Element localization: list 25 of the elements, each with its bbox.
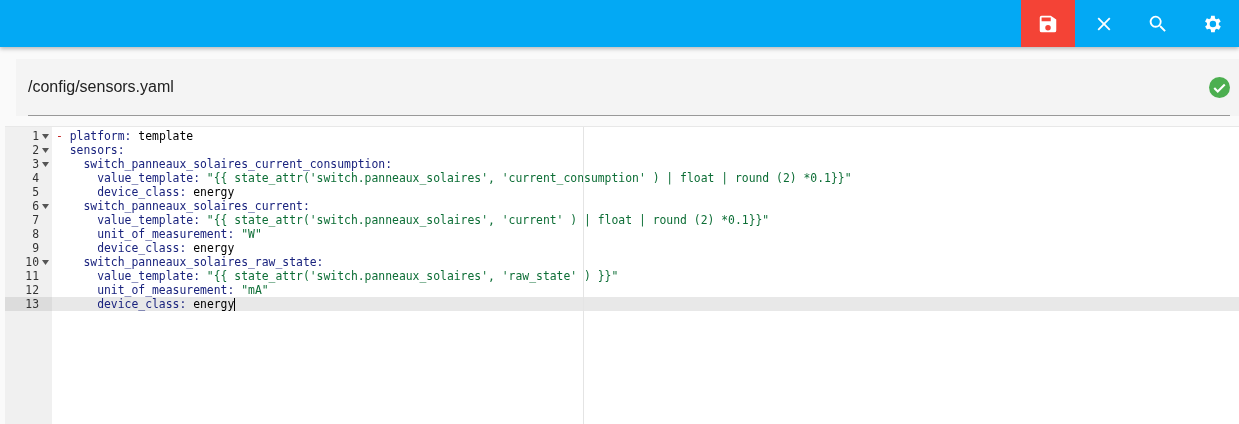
line-number: 12 <box>24 283 40 297</box>
code-line: value_template: "{{ state_attr('switch.panneaux_solaires', 'current' ) | float | round (2) *0.1}}" <box>96 213 770 227</box>
line-number: 11 <box>24 269 40 283</box>
code-line: value_template: "{{ state_attr('switch.panneaux_solaires', 'current_consumption' ) | float | round (2) *0.1}}" <box>96 171 852 185</box>
line-number: 7 <box>31 213 40 227</box>
code-line: device_class: energy <box>96 185 235 199</box>
code-line: - platform: template <box>56 129 194 143</box>
code-line: switch_panneaux_solaires_current_consumption: <box>82 157 393 171</box>
code-line: value_template: "{{ state_attr('switch.panneaux_solaires', 'raw_state' ) }}" <box>96 269 619 283</box>
line-number: 13 <box>5 297 52 311</box>
code-line: device_class: energy <box>96 241 235 255</box>
line-number: 9 <box>31 241 40 255</box>
code-line: switch_panneaux_solaires_current: <box>82 199 310 213</box>
code-line: unit_of_measurement: "W" <box>96 227 262 241</box>
code-line: device_class: energy <box>96 297 235 311</box>
code-line: sensors: <box>68 143 125 157</box>
code-line: switch_panneaux_solaires_raw_state: <box>82 255 324 269</box>
code-line: unit_of_measurement: "mA" <box>96 283 269 297</box>
save-button[interactable] <box>1021 0 1075 47</box>
line-number: 8 <box>31 227 40 241</box>
line-number: 5 <box>31 185 40 199</box>
text-cursor <box>234 298 236 311</box>
line-number: 4 <box>31 171 40 185</box>
code-editor[interactable] <box>5 126 1239 424</box>
file-path: /config/sensors.yaml <box>28 77 174 97</box>
